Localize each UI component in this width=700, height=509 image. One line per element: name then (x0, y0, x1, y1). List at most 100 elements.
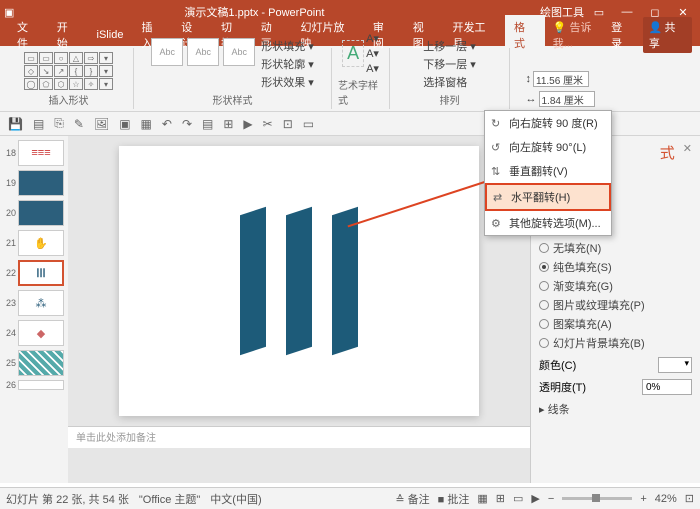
qat-undo-icon[interactable]: ↶ (162, 117, 172, 131)
qat-icon[interactable]: ▣ (119, 117, 130, 131)
thumb-21[interactable]: ✋ (18, 230, 64, 256)
shapes-gallery[interactable]: ▭▭○△⇨▾ ◇↘↗{}▾ ◯⬠⬡☆✧▾ (24, 52, 113, 90)
notes-button[interactable]: ≙ 备注 (395, 491, 429, 507)
notes-placeholder[interactable]: 单击此处添加备注 (68, 426, 530, 448)
more-icon: ⚙ (491, 217, 503, 230)
flip-vertical[interactable]: ⇅垂直翻转(V) (485, 159, 611, 183)
thumb-23[interactable]: ⁂ (18, 290, 64, 316)
radio-nofill[interactable]: 无填充(N) (539, 240, 692, 256)
login-link[interactable]: 登录 (611, 19, 633, 51)
zoom-in-icon[interactable]: + (640, 493, 646, 505)
qat-icon[interactable]: ⎘ (54, 116, 64, 131)
qat-icon[interactable]: ⊡ (283, 117, 293, 131)
style-preset[interactable]: Abc (187, 38, 219, 66)
radio-picture[interactable]: 图片或纹理填充(P) (539, 297, 692, 313)
thumb-22[interactable]: ⅼⅼⅼ (18, 260, 64, 286)
group-wordart: A A▾A▾A▾ 艺术字样式 (332, 48, 390, 109)
rotate-left-icon: ↺ (491, 141, 503, 154)
transparency-input[interactable]: 0% (642, 379, 692, 395)
shape-outline-button[interactable]: 形状轮廓 ▾ (261, 56, 314, 72)
group-label: 排列 (440, 92, 460, 107)
thumb-num: 18 (2, 148, 16, 158)
thumb-num: 22 (2, 268, 16, 278)
rotate-left-90[interactable]: ↺向左旋转 90°(L) (485, 135, 611, 159)
thumb-18[interactable]: ≡≡≡ (18, 140, 64, 166)
zoom-level[interactable]: 42% (655, 493, 677, 505)
radio-slidebg[interactable]: 幻灯片背景填充(B) (539, 335, 692, 351)
group-label: 形状样式 (213, 92, 253, 107)
qat-icon[interactable]: 🖼 (94, 117, 109, 131)
width-input[interactable]: 1.84 厘米 (539, 91, 595, 107)
selection-pane-button[interactable]: 选择窗格 (423, 74, 476, 90)
thumb-24[interactable]: ◆ (18, 320, 64, 346)
fit-icon[interactable]: ⊡ (685, 492, 694, 505)
shape-bar[interactable] (286, 207, 312, 355)
tab-islide[interactable]: iSlide (88, 25, 133, 45)
radio-solid[interactable]: 纯色填充(S) (539, 259, 692, 275)
view-reading-icon[interactable]: ▭ (513, 492, 523, 505)
shape-effects-button[interactable]: 形状效果 ▾ (261, 74, 314, 90)
thumb-19[interactable] (18, 170, 64, 196)
view-normal-icon[interactable]: ▦ (477, 492, 487, 505)
style-preset[interactable]: Abc (223, 38, 255, 66)
height-input[interactable]: 11.56 厘米 (533, 71, 589, 87)
qat-icon[interactable]: ⊞ (223, 117, 233, 131)
view-sorter-icon[interactable]: ⊞ (496, 492, 505, 505)
thumb-num: 24 (2, 328, 16, 338)
thumbnail-panel[interactable]: 18≡≡≡ 19 20 21✋ 22ⅼⅼⅼ 23⁂ 24◆ 25 26 (0, 136, 68, 483)
qat-icon[interactable]: ▦ (141, 117, 152, 131)
comments-button[interactable]: ■ 批注 (438, 491, 470, 507)
line-section-header[interactable]: ▸ 线条 (539, 401, 692, 417)
thumb-num: 20 (2, 208, 16, 218)
radio-gradient[interactable]: 渐变填充(G) (539, 278, 692, 294)
style-preset[interactable]: Abc (151, 38, 183, 66)
group-insert-shape: ▭▭○△⇨▾ ◇↘↗{}▾ ◯⬠⬡☆✧▾ 插入形状 (4, 48, 134, 109)
transparency-label: 透明度(T) (539, 379, 586, 395)
tell-me-input[interactable]: 告诉我... (553, 19, 611, 51)
ribbon-options-icon[interactable]: ▭ (592, 5, 606, 19)
shape-bar[interactable] (332, 207, 358, 355)
pane-title: 式 (660, 142, 675, 163)
pane-close-icon[interactable]: ✕ (683, 142, 692, 169)
group-arrange: 上移一层 ▾ 下移一层 ▾ 选择窗格 排列 (390, 48, 510, 109)
view-slideshow-icon[interactable]: ▶ (531, 492, 539, 505)
flip-horizontal[interactable]: ⇄水平翻转(H) (485, 183, 611, 211)
more-rotate-options[interactable]: ⚙其他旋转选项(M)... (485, 211, 611, 235)
qat-icon[interactable]: ▶ (243, 117, 252, 131)
height-icon: ↕ (526, 73, 532, 85)
qat-icon[interactable]: ✂ (263, 117, 273, 131)
color-label: 颜色(C) (539, 357, 576, 373)
zoom-out-icon[interactable]: − (548, 493, 554, 505)
shape-fill-button[interactable]: 形状填充 ▾ (261, 38, 314, 54)
radio-pattern[interactable]: 图案填充(A) (539, 316, 692, 332)
slide[interactable] (119, 146, 479, 416)
width-icon: ↔ (526, 93, 537, 105)
rotate-right-icon: ↻ (491, 117, 503, 130)
shape-bar[interactable] (240, 207, 266, 355)
group-label: 艺术字样式 (338, 77, 383, 107)
flip-v-icon: ⇅ (491, 165, 503, 178)
context-tab-label: 绘图工具 (540, 4, 584, 20)
qat-new-icon[interactable]: ▤ (33, 117, 44, 131)
qat-icon[interactable]: ▭ (303, 117, 314, 131)
qat-icon[interactable]: ▤ (202, 117, 213, 131)
thumb-num: 21 (2, 238, 16, 248)
thumb-num: 19 (2, 178, 16, 188)
thumb-num: 23 (2, 298, 16, 308)
qat-save-icon[interactable]: 💾 (8, 117, 23, 131)
thumb-20[interactable] (18, 200, 64, 226)
qat-redo-icon[interactable]: ↷ (182, 117, 192, 131)
language-indicator[interactable]: 中文(中国) (210, 491, 261, 507)
thumb-26[interactable] (18, 380, 64, 390)
share-button[interactable]: 👤共享 (643, 17, 692, 53)
theme-name: "Office 主题" (139, 491, 200, 507)
thumb-25[interactable] (18, 350, 64, 376)
qat-icon[interactable]: ✎ (74, 117, 84, 131)
zoom-slider[interactable] (562, 497, 632, 500)
thumb-num: 26 (2, 380, 16, 390)
group-label: 插入形状 (49, 92, 89, 107)
bring-forward-button[interactable]: 上移一层 ▾ (423, 38, 476, 54)
send-backward-button[interactable]: 下移一层 ▾ (423, 56, 476, 72)
rotate-right-90[interactable]: ↻向右旋转 90 度(R) (485, 111, 611, 135)
color-picker[interactable] (658, 357, 692, 373)
